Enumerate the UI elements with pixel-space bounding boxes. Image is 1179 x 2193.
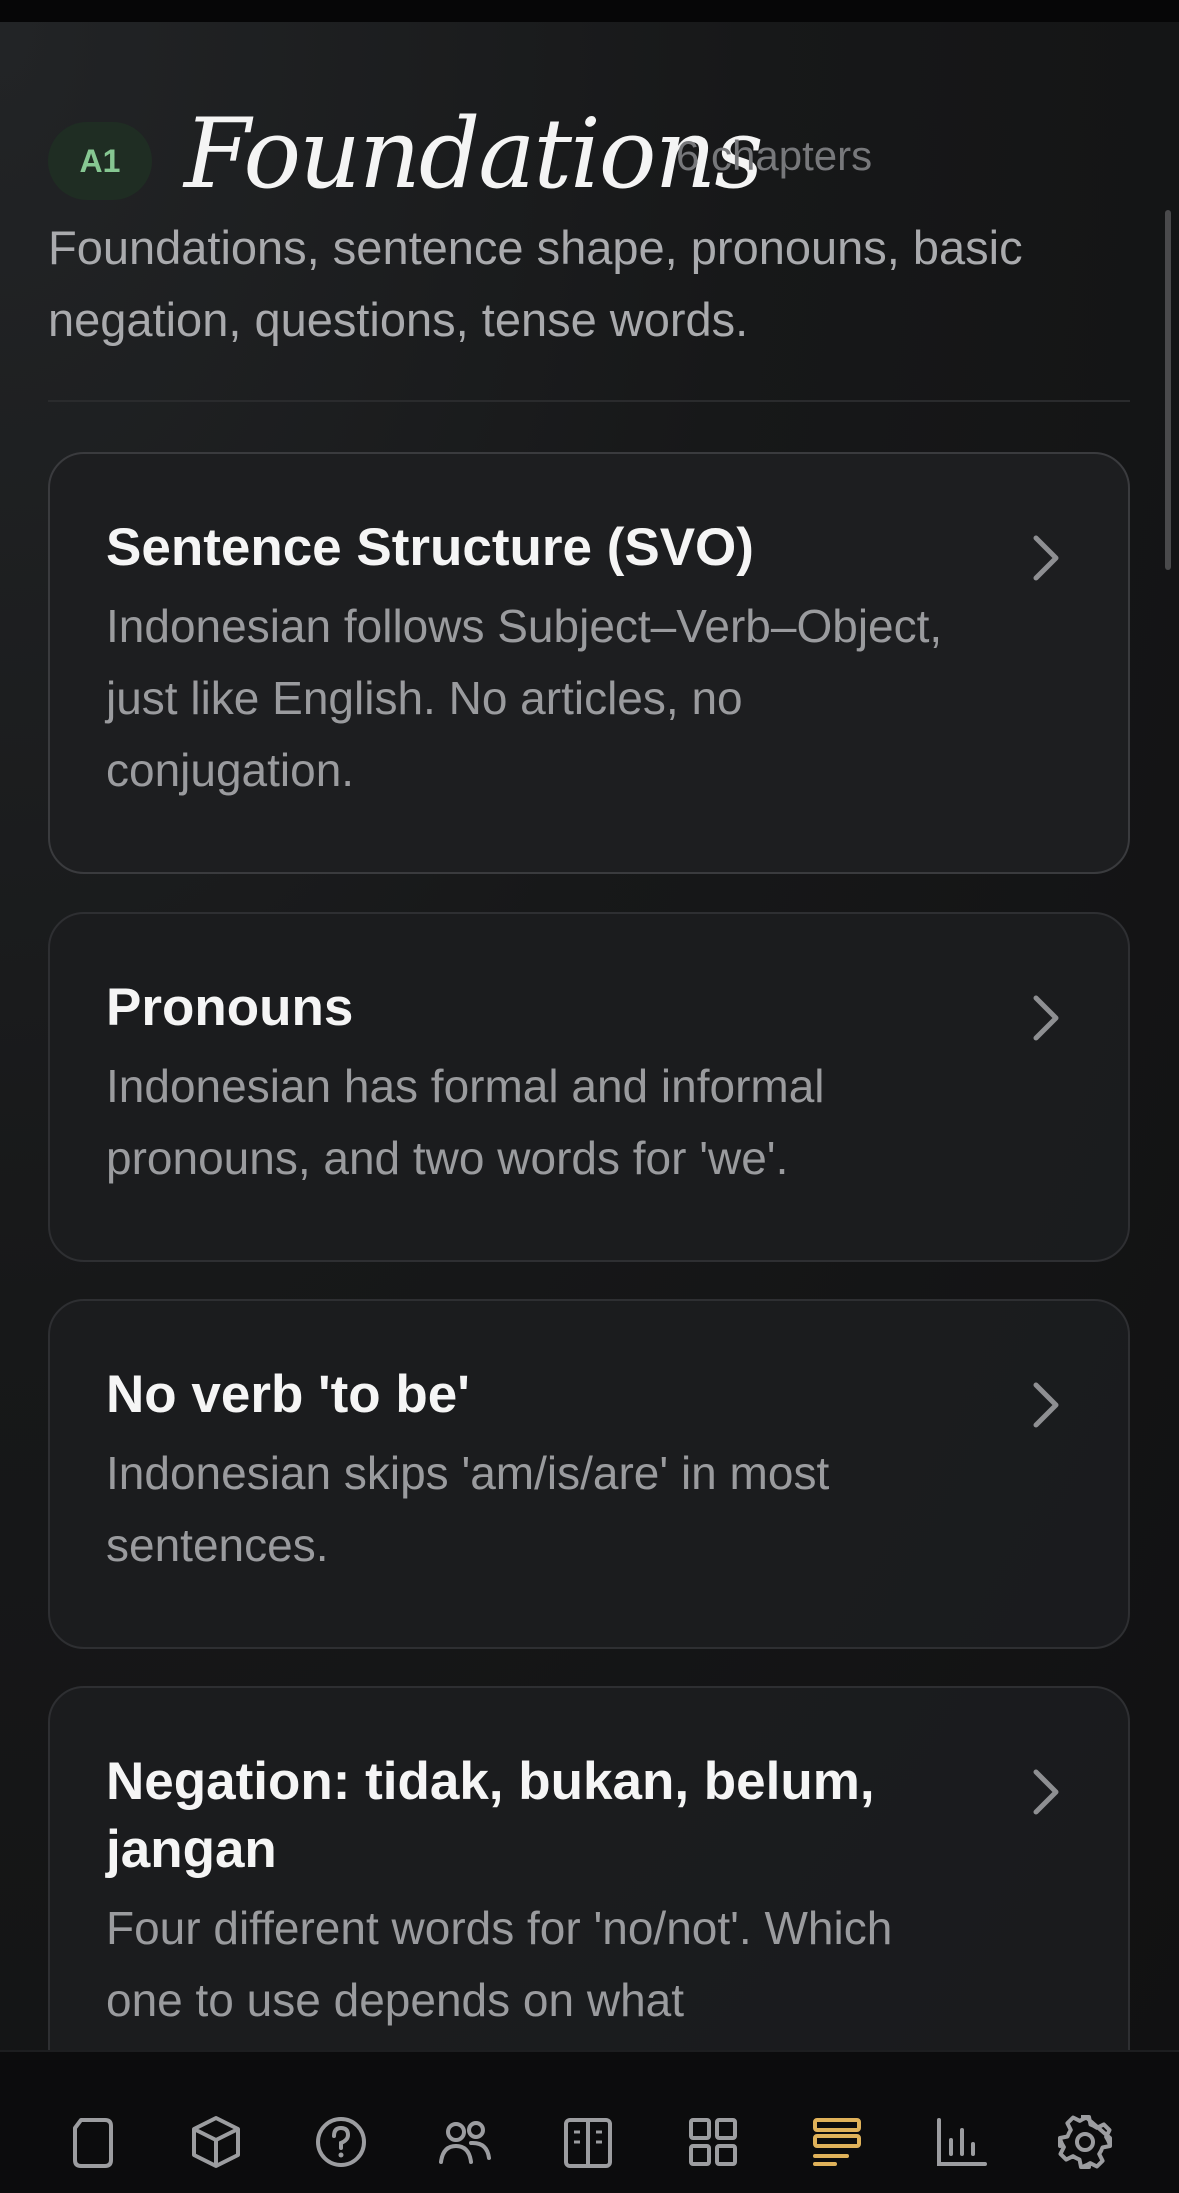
chapter-description: Indonesian skips 'am/is/are' in most sen…: [106, 1447, 830, 1571]
chapter-title: Negation: tidak, bukan, belum, jangan: [106, 1752, 875, 1879]
chapter-description: Indonesian has formal and informal prono…: [106, 1060, 825, 1184]
chevron-right-icon: [1033, 535, 1059, 581]
grammar-icon[interactable]: [807, 2112, 867, 2172]
bottom-navigation: [0, 2050, 1179, 2193]
chevron-right-icon: [1033, 1382, 1059, 1428]
scrollbar[interactable]: [1165, 210, 1171, 570]
chevron-right-icon: [1033, 995, 1059, 1041]
chapter-title: Pronouns: [106, 978, 354, 1037]
chapter-description: Indonesian follows Subject–Verb–Object, …: [106, 600, 943, 796]
status-bar: [0, 0, 1179, 22]
people-icon[interactable]: [435, 2112, 495, 2172]
page-icon[interactable]: [63, 2112, 123, 2172]
grid-icon[interactable]: [683, 2112, 743, 2172]
chapter-card-pronouns[interactable]: Pronouns Indonesian has formal and infor…: [48, 912, 1130, 1262]
help-icon[interactable]: [311, 2112, 371, 2172]
chapter-card-no-verb-to-be[interactable]: No verb 'to be' Indonesian skips 'am/is/…: [48, 1299, 1130, 1649]
gear-icon[interactable]: [1055, 2112, 1115, 2172]
chapter-description: Four different words for 'no/not'. Which…: [106, 1902, 893, 2026]
chart-icon[interactable]: [931, 2112, 991, 2172]
level-header: A1 Foundations 6 chapters: [48, 92, 1130, 222]
chapter-count: 6 chapters: [676, 132, 873, 179]
chapter-card-sentence-structure[interactable]: Sentence Structure (SVO) Indonesian foll…: [48, 452, 1130, 874]
chapter-title: Sentence Structure (SVO): [106, 518, 754, 577]
divider: [48, 400, 1130, 402]
book-icon[interactable]: [558, 2112, 618, 2172]
level-description: Foundations, sentence shape, pronouns, b…: [48, 221, 1023, 346]
chapter-title: No verb 'to be': [106, 1365, 470, 1424]
grammar-level-screen[interactable]: A1 Foundations 6 chapters Foundations, s…: [0, 22, 1179, 2050]
level-badge: A1: [48, 122, 152, 200]
cube-icon[interactable]: [186, 2112, 246, 2172]
chevron-right-icon: [1033, 1769, 1059, 1815]
chapter-card-negation[interactable]: Negation: tidak, bukan, belum, jangan Fo…: [48, 1686, 1130, 2050]
